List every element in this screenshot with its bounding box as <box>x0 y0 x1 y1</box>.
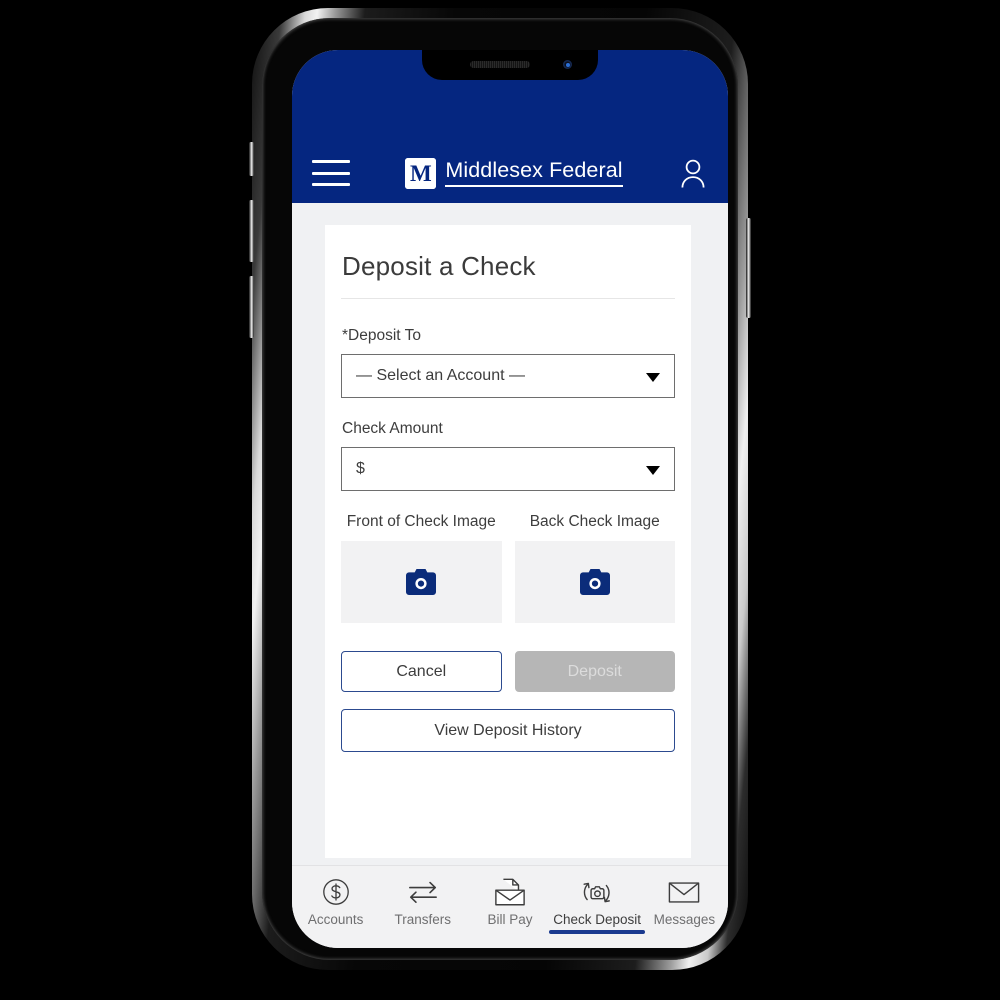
volume-up-button[interactable] <box>249 200 254 262</box>
tab-accounts-label: Accounts <box>307 912 364 927</box>
deposit-button: Deposit <box>514 651 675 692</box>
tab-check-deposit-label: Check Deposit <box>553 912 642 927</box>
user-profile-icon[interactable] <box>678 157 708 189</box>
camera-icon <box>406 569 437 595</box>
tab-transfers-label: Transfers <box>394 912 452 927</box>
screenshot-stage: M Middlesex Federal Deposit a Check *Dep… <box>0 0 1000 1000</box>
front-check-image-group: Front of Check Image <box>341 513 502 623</box>
front-check-image-label: Front of Check Image <box>346 513 496 530</box>
deposit-check-card: Deposit a Check *Deposit To — Select an … <box>325 225 691 858</box>
tab-bill-pay-label: Bill Pay <box>487 912 533 927</box>
silent-switch[interactable] <box>249 142 254 176</box>
transfer-arrows-icon <box>407 875 439 909</box>
tab-check-deposit-indicator <box>549 930 646 934</box>
camera-refresh-icon <box>581 875 613 909</box>
check-amount-label: Check Amount <box>342 420 443 437</box>
bottom-navigation: Accounts Transfers Bill Pay Check Deposi… <box>292 865 728 948</box>
dollar-circle-icon <box>321 875 351 909</box>
chevron-down-icon <box>646 466 660 475</box>
brand-mark-icon: M <box>405 157 437 189</box>
front-check-capture-button[interactable] <box>341 541 502 623</box>
tab-messages[interactable]: Messages <box>645 875 723 934</box>
brand-name-text: Middlesex Federal <box>445 159 623 187</box>
back-check-capture-button[interactable] <box>514 541 675 623</box>
tab-bill-pay[interactable]: Bill Pay <box>471 875 549 934</box>
tab-accounts[interactable]: Accounts <box>297 875 375 934</box>
check-amount-input[interactable]: $ <box>341 447 675 491</box>
tab-messages-label: Messages <box>653 912 716 927</box>
tab-check-deposit[interactable]: Check Deposit <box>549 875 646 934</box>
back-check-image-label: Back Check Image <box>529 513 660 530</box>
hamburger-menu-icon[interactable] <box>312 160 350 186</box>
title-divider <box>341 298 675 299</box>
deposit-to-select[interactable]: — Select an Account — <box>341 354 675 398</box>
menu-bar-1 <box>312 160 350 163</box>
front-camera <box>563 60 572 69</box>
check-amount-value: $ <box>356 460 365 477</box>
check-image-row: Front of Check Image Back Check Image <box>341 513 675 623</box>
cancel-button[interactable]: Cancel <box>341 651 502 692</box>
back-check-image-group: Back Check Image <box>514 513 675 623</box>
earpiece-speaker <box>470 61 530 68</box>
menu-bar-2 <box>312 171 350 175</box>
action-button-row: Cancel Deposit <box>341 651 675 692</box>
page-content: Deposit a Check *Deposit To — Select an … <box>292 203 728 865</box>
device-notch <box>422 50 598 80</box>
camera-icon <box>579 569 610 595</box>
app-header-row: M Middlesex Federal <box>292 143 728 203</box>
brand-logo[interactable]: M Middlesex Federal <box>405 157 623 189</box>
tab-transfers[interactable]: Transfers <box>384 875 462 934</box>
power-button[interactable] <box>746 218 751 318</box>
page-title: Deposit a Check <box>342 251 536 281</box>
phone-inner-bezel: M Middlesex Federal Deposit a Check *Dep… <box>262 18 738 960</box>
volume-down-button[interactable] <box>249 276 254 338</box>
deposit-to-label: *Deposit To <box>342 327 421 344</box>
phone-screen: M Middlesex Federal Deposit a Check *Dep… <box>292 50 728 948</box>
chevron-down-icon <box>646 373 660 382</box>
envelope-icon <box>668 875 700 909</box>
view-deposit-history-button[interactable]: View Deposit History <box>341 709 675 752</box>
menu-bar-3 <box>312 183 350 186</box>
bill-envelope-icon <box>494 875 526 909</box>
phone-device-frame: M Middlesex Federal Deposit a Check *Dep… <box>252 8 748 970</box>
deposit-to-value: — Select an Account — <box>356 367 525 384</box>
